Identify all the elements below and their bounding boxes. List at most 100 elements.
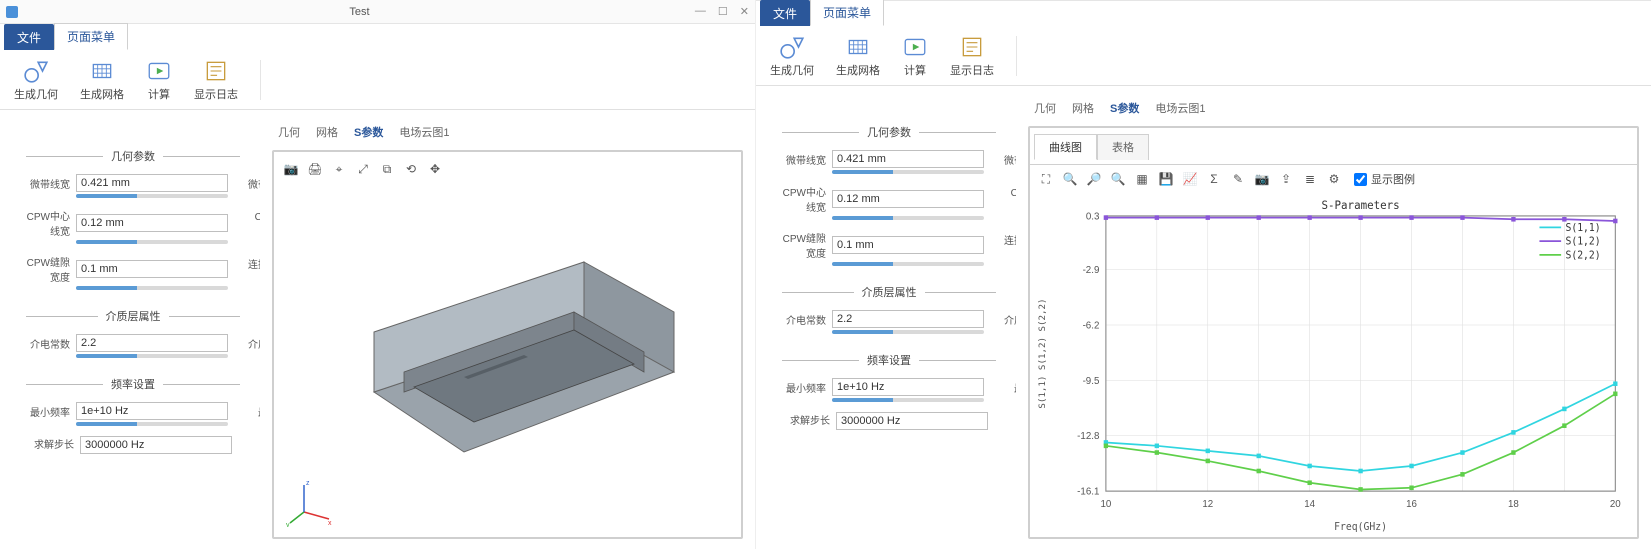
- rotate-icon[interactable]: ⟲: [402, 160, 420, 178]
- section-freq-r: 频率设置: [774, 352, 1004, 368]
- show-log-button-r[interactable]: 显示日志: [946, 32, 998, 80]
- param-ms_width: 微带线宽: [18, 174, 228, 198]
- save-icon[interactable]: 💾: [1156, 169, 1176, 189]
- svg-text:12: 12: [1202, 499, 1213, 510]
- viewport-3d[interactable]: 📷 🖨 ⌖ ⤢ ⧉ ⟲ ✥: [272, 150, 743, 539]
- param-label: 最小频率: [18, 404, 70, 419]
- fstep-label: 求解步长: [34, 436, 74, 454]
- param-slider[interactable]: [76, 286, 228, 290]
- param-label: 最小频率: [774, 380, 826, 395]
- svg-text:S(2,2): S(2,2): [1565, 250, 1600, 261]
- param-slider[interactable]: [76, 422, 228, 426]
- param-input-cpw_cw[interactable]: [76, 214, 228, 232]
- zoom-box-icon[interactable]: ⧉: [378, 160, 396, 178]
- chart-area[interactable]: 0.3-2.9-6.2-9.5-12.8-16.1101214161820S-P…: [1030, 193, 1637, 537]
- viewtab-efield[interactable]: 电场云图1: [397, 122, 451, 142]
- target-icon[interactable]: ⌖: [330, 160, 348, 178]
- param-conn_r: 连接器半径: [246, 254, 260, 290]
- param-slider[interactable]: [76, 194, 228, 198]
- legend-checkbox[interactable]: [1354, 173, 1367, 186]
- mesh-icon: [89, 58, 115, 84]
- viewtab-sparam[interactable]: S参数: [352, 122, 385, 142]
- ribbon-separator: [1016, 36, 1017, 76]
- svg-text:-16.1: -16.1: [1077, 486, 1100, 497]
- viewtab-efield-r[interactable]: 电场云图1: [1153, 98, 1207, 118]
- tab-page-menu[interactable]: 页面菜单: [54, 23, 128, 50]
- tab-file-r[interactable]: 文件: [760, 0, 810, 26]
- param-input-cpw_gap[interactable]: [76, 260, 228, 278]
- ribbon-r: 生成几何 生成网格 计算 显示日志: [756, 26, 1651, 86]
- param-slider[interactable]: [832, 216, 984, 220]
- fstep-input-r[interactable]: [836, 412, 988, 430]
- param-input-eps[interactable]: [832, 310, 984, 328]
- param-input-eps[interactable]: [76, 334, 228, 352]
- chart-frame: 曲线图 表格 ⛶ 🔍 🔎 🔍 ▦ 💾 📈 Σ ✎ 📷 ⇪ ≣ ⚙: [1028, 126, 1639, 539]
- camera-icon[interactable]: 📷: [282, 160, 300, 178]
- fstep-input[interactable]: [80, 436, 232, 454]
- viewtab-geom-r[interactable]: 几何: [1032, 98, 1058, 118]
- compute-button-r[interactable]: 计算: [898, 32, 932, 80]
- zoom-in-icon[interactable]: 🔍: [1060, 169, 1080, 189]
- param-input-ms_width[interactable]: [832, 150, 984, 168]
- param-label: 介电常数: [774, 312, 826, 327]
- tab-file[interactable]: 文件: [4, 24, 54, 50]
- param-cpw_mett: CPW金属层厚度: [1002, 184, 1016, 220]
- close-icon[interactable]: ✕: [740, 5, 749, 18]
- show-log-button[interactable]: 显示日志: [190, 56, 242, 104]
- minimize-icon[interactable]: —: [695, 5, 706, 18]
- viewtab-sparam-r[interactable]: S参数: [1108, 98, 1141, 118]
- gen-mesh-button[interactable]: 生成网格: [76, 56, 128, 104]
- sigma-icon[interactable]: Σ: [1204, 169, 1224, 189]
- param-eps: 介电常数: [774, 310, 984, 334]
- param-input-cpw_gap[interactable]: [832, 236, 984, 254]
- param-cpw_cw: CPW中心线宽: [774, 184, 984, 220]
- param-input-fmin[interactable]: [76, 402, 228, 420]
- zoom-full-icon[interactable]: ⛶: [1036, 169, 1056, 189]
- zoom-reset-icon[interactable]: 🔎: [1084, 169, 1104, 189]
- viewtab-mesh[interactable]: 网格: [314, 122, 340, 142]
- param-slider[interactable]: [832, 398, 984, 402]
- line-style-icon[interactable]: 📈: [1180, 169, 1200, 189]
- section-geom-r: 几何参数: [774, 124, 1004, 140]
- layers-icon[interactable]: ≣: [1300, 169, 1320, 189]
- param-slider[interactable]: [832, 170, 984, 174]
- param-slider[interactable]: [832, 262, 984, 266]
- param-input-fmin[interactable]: [832, 378, 984, 396]
- param-input-ms_width[interactable]: [76, 174, 228, 192]
- subtab-curve[interactable]: 曲线图: [1034, 134, 1097, 160]
- model-3d-icon: [314, 212, 714, 512]
- param-panel-right: 几何参数 微带线宽微带线厚度CPW中心线宽CPW金属层厚度CPW缝隙宽度连接器半…: [756, 86, 1016, 549]
- gen-mesh-button-r[interactable]: 生成网格: [832, 32, 884, 80]
- legend-toggle[interactable]: 显示图例: [1354, 171, 1415, 187]
- compute-button[interactable]: 计算: [142, 56, 176, 104]
- param-slider[interactable]: [76, 354, 228, 358]
- svg-text:20: 20: [1610, 499, 1621, 510]
- gen-geom-button[interactable]: 生成几何: [10, 56, 62, 104]
- log-icon: [203, 58, 229, 84]
- axis-gizmo-icon: x y z: [284, 477, 334, 527]
- param-fmin: 最小频率: [18, 402, 228, 426]
- param-slider[interactable]: [832, 330, 984, 334]
- snapshot-icon[interactable]: 📷: [1252, 169, 1272, 189]
- tab-page-menu-r[interactable]: 页面菜单: [810, 0, 884, 26]
- export-icon[interactable]: ⇪: [1276, 169, 1296, 189]
- param-label: CPW中心线宽: [774, 184, 826, 214]
- zoom-out-icon[interactable]: 🔍: [1108, 169, 1128, 189]
- svg-text:S-Parameters: S-Parameters: [1321, 199, 1399, 212]
- param-slider[interactable]: [76, 240, 228, 244]
- subtab-table[interactable]: 表格: [1097, 134, 1149, 160]
- edit-icon[interactable]: ✎: [1228, 169, 1248, 189]
- geometry-icon: [23, 58, 49, 84]
- settings-icon[interactable]: ⚙: [1324, 169, 1344, 189]
- pan-icon[interactable]: ✥: [426, 160, 444, 178]
- svg-text:-6.2: -6.2: [1083, 320, 1100, 331]
- section-dielectric-r: 介质层属性: [774, 284, 1004, 300]
- param-input-cpw_cw[interactable]: [832, 190, 984, 208]
- gen-geom-button-r[interactable]: 生成几何: [766, 32, 818, 80]
- viewtab-mesh-r[interactable]: 网格: [1070, 98, 1096, 118]
- maximize-icon[interactable]: ☐: [718, 5, 728, 18]
- viewtab-geom[interactable]: 几何: [276, 122, 302, 142]
- zoom-extents-icon[interactable]: ⤢: [354, 160, 372, 178]
- grid-icon[interactable]: ▦: [1132, 169, 1152, 189]
- print-icon[interactable]: 🖨: [306, 160, 324, 178]
